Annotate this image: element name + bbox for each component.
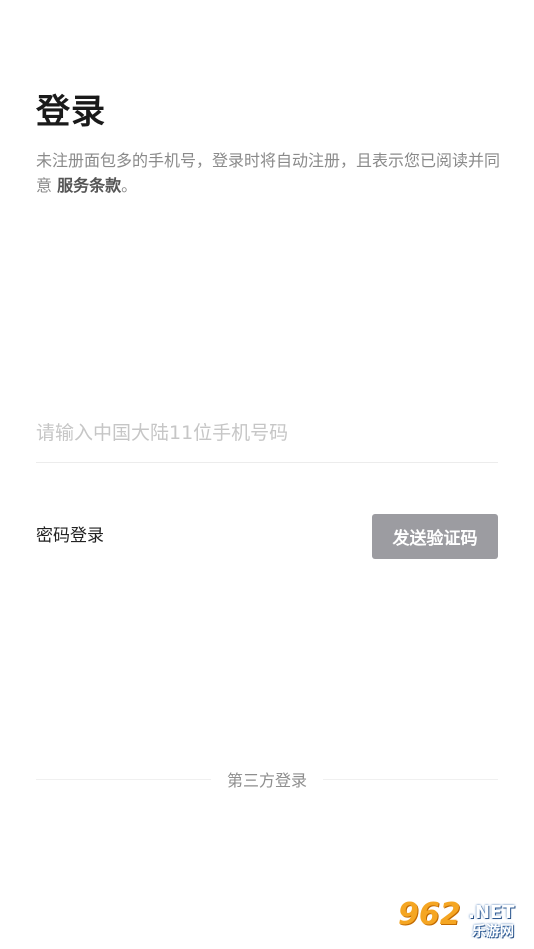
password-login-link[interactable]: 密码登录: [36, 524, 104, 548]
watermark-number: 962: [398, 897, 461, 932]
third-party-login-label: 第三方登录: [227, 771, 308, 790]
notice-period: 。: [121, 176, 138, 195]
terms-of-service-link[interactable]: 服务条款: [57, 176, 121, 195]
third-party-login-divider: 第三方登录: [36, 765, 499, 793]
phone-number-input[interactable]: [36, 410, 498, 456]
phone-input-wrapper: [36, 410, 498, 463]
site-watermark-logo: 962 .NET 乐游网: [394, 898, 528, 943]
watermark-subtitle: 乐游网: [472, 924, 514, 940]
send-verification-code-button[interactable]: 发送验证码: [372, 514, 498, 559]
divider-line-left: [36, 778, 211, 780]
registration-notice: 未注册面包多的手机号，登录时将自动注册，且表示您已阅读并同意 服务条款。: [36, 148, 504, 198]
divider-line-right: [323, 778, 499, 780]
watermark-net: .NET: [468, 902, 515, 923]
page-title: 登录: [36, 92, 106, 132]
